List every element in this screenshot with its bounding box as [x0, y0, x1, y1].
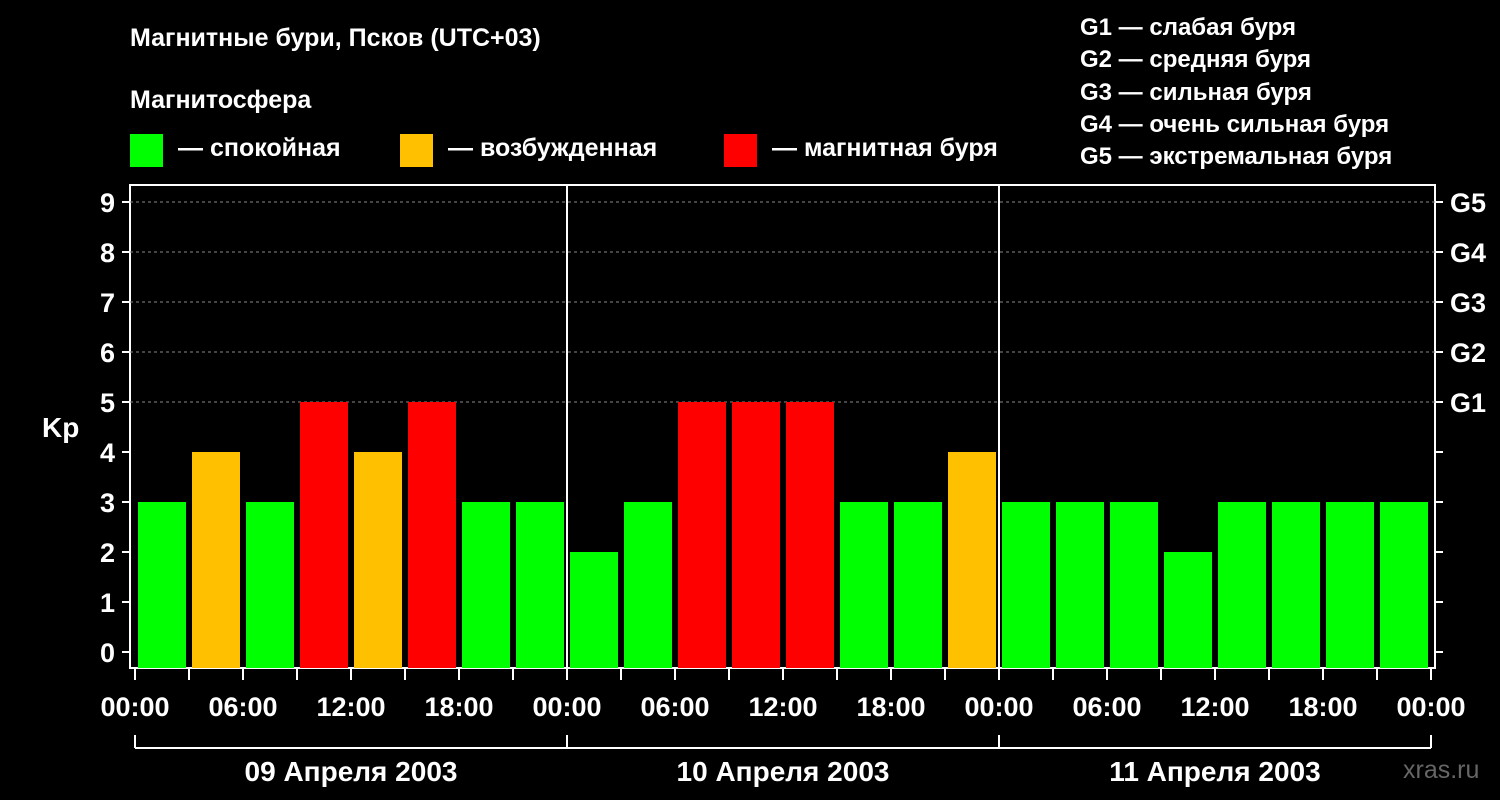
kp-bar [192, 452, 240, 668]
kp-bar [354, 452, 402, 668]
kp-bar [570, 552, 618, 668]
kp-bar [408, 402, 456, 668]
y-tick-label: 2 [100, 538, 115, 568]
y-axis-label: Kp [42, 412, 80, 443]
kp-bar [786, 402, 834, 668]
y-tick-label: 6 [100, 338, 115, 368]
kp-bar [894, 502, 942, 668]
x-tick-label: 18:00 [424, 692, 493, 722]
y-tick-label: 1 [100, 588, 115, 618]
kp-bar [1326, 502, 1374, 668]
kp-bar [300, 402, 348, 668]
x-tick-label: 18:00 [1288, 692, 1357, 722]
x-tick-label: 12:00 [316, 692, 385, 722]
storm-scale-g2: G2 — средняя буря [1080, 46, 1311, 73]
chart-title: Магнитные бури, Псков (UTC+03) [130, 24, 541, 52]
kp-bar [462, 502, 510, 668]
storm-level-label: G1 [1450, 388, 1486, 418]
storm-level-label: G4 [1450, 238, 1486, 268]
storm-scale-g5: G5 — экстремальная буря [1080, 143, 1393, 170]
kp-bar [138, 502, 186, 668]
y-tick-label: 5 [100, 388, 115, 418]
legend-label-storm: — магнитная буря [772, 134, 998, 162]
kp-bar [1002, 502, 1050, 668]
x-tick-label: 00:00 [532, 692, 601, 722]
day-label: 10 Апреля 2003 [677, 756, 890, 787]
storm-level-label: G3 [1450, 288, 1486, 318]
kp-bar [1164, 552, 1212, 668]
x-tick-label: 12:00 [748, 692, 817, 722]
kp-bar [1380, 502, 1428, 668]
legend-swatch-active [400, 134, 433, 167]
y-tick-label: 7 [100, 288, 115, 318]
kp-bar [624, 502, 672, 668]
storm-scale-g4: G4 — очень сильная буря [1080, 111, 1390, 138]
site-watermark: xras.ru [1403, 756, 1480, 784]
legend-label-quiet: — спокойная [178, 134, 341, 162]
legend-swatch-storm [724, 134, 757, 167]
legend-swatch-quiet [130, 134, 163, 167]
y-tick-label: 9 [100, 188, 115, 218]
kp-bar [516, 502, 564, 668]
x-tick-label: 06:00 [1072, 692, 1141, 722]
kp-bar [1218, 502, 1266, 668]
x-tick-label: 06:00 [208, 692, 277, 722]
storm-level-label: G5 [1450, 188, 1486, 218]
y-tick-label: 4 [100, 438, 115, 468]
storm-scale-g3: G3 — сильная буря [1080, 79, 1312, 106]
y-tick-label: 3 [100, 488, 115, 518]
kp-bar [1056, 502, 1104, 668]
kp-bar [678, 402, 726, 668]
legend-heading: Магнитосфера [130, 86, 312, 114]
x-tick-label: 00:00 [1396, 692, 1465, 722]
kp-bar [840, 502, 888, 668]
storm-level-label: G2 [1450, 338, 1486, 368]
kp-bar [246, 502, 294, 668]
y-tick-label: 0 [100, 638, 115, 668]
storm-scale-g1: G1 — слабая буря [1080, 14, 1297, 41]
legend-label-active: — возбужденная [448, 134, 658, 162]
kp-bar [1272, 502, 1320, 668]
kp-bar [732, 402, 780, 668]
day-label: 11 Апреля 2003 [1109, 756, 1320, 787]
x-tick-label: 06:00 [640, 692, 709, 722]
y-tick-label: 8 [100, 238, 115, 268]
x-tick-label: 18:00 [856, 692, 925, 722]
x-tick-label: 00:00 [100, 692, 169, 722]
day-label: 09 Апреля 2003 [245, 756, 458, 787]
kp-bar [948, 452, 996, 668]
kp-bar [1110, 502, 1158, 668]
x-tick-label: 12:00 [1180, 692, 1249, 722]
x-tick-label: 00:00 [964, 692, 1033, 722]
